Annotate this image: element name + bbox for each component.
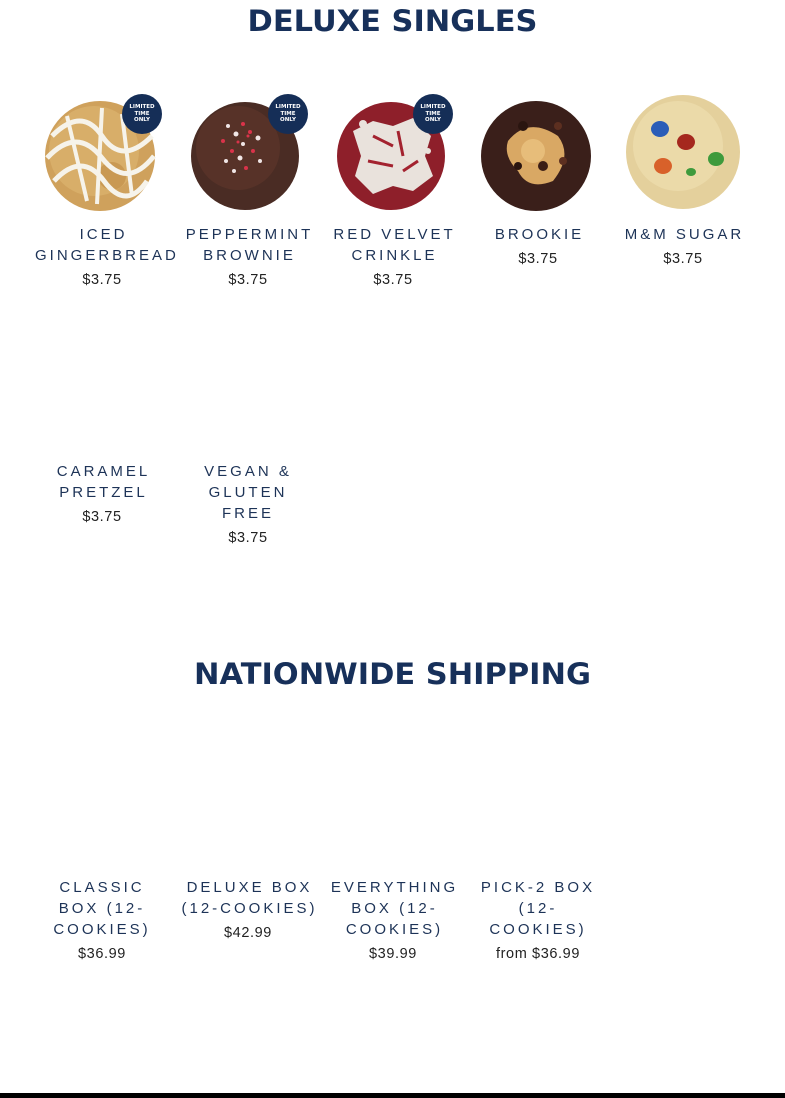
limited-time-badge: LIMITED TIME ONLY — [268, 94, 308, 134]
product-name: RED VELVET CRINKLE — [333, 226, 456, 264]
product-price: $3.75 — [518, 251, 558, 267]
product-name: DELUXE BOX (12-COOKIES) — [181, 879, 318, 917]
product-card-caramel-pretzel[interactable]: CARAMEL PRETZEL $3.75 — [32, 461, 172, 527]
product-price: $3.75 — [373, 272, 413, 288]
product-card-classic-box[interactable]: CLASSIC BOX (12-COOKIES) $36.99 — [32, 877, 172, 964]
product-price: $3.75 — [228, 530, 268, 546]
product-card-iced-gingerbread[interactable]: LIMITED TIME ONLY ICED GINGERBREAD $3.75 — [32, 94, 179, 290]
product-name: ICED GINGERBREAD — [35, 226, 179, 264]
mm-sugar-cookie-image — [623, 94, 743, 214]
product-name: CLASSIC BOX (12-COOKIES) — [53, 879, 151, 938]
footer-divider — [0, 1093, 785, 1098]
peppermint-brownie-cookie-image: LIMITED TIME ONLY — [188, 94, 308, 216]
product-price: $36.99 — [78, 946, 126, 962]
product-name: PEPPERMINT BROWNIE — [185, 226, 314, 264]
product-name: EVERYTHING BOX (12-COOKIES) — [330, 879, 459, 938]
product-name: VEGAN & GLUTEN FREE — [204, 463, 292, 522]
product-card-pick-2-box[interactable]: PICK-2 BOX (12-COOKIES) from $36.99 — [468, 877, 608, 964]
product-card-peppermint-brownie[interactable]: LIMITED TIME ONLY PEPPERMINT BROWNIE $3.… — [178, 94, 318, 290]
deluxe-singles-heading: DELUXE SINGLES — [247, 4, 538, 38]
iced-gingerbread-cookie-image: LIMITED TIME ONLY — [42, 94, 162, 216]
product-card-brookie[interactable]: BROOKIE $3.75 — [468, 96, 608, 269]
product-price: $39.99 — [369, 946, 417, 962]
red-velvet-crinkle-cookie-image: LIMITED TIME ONLY — [333, 94, 453, 216]
nationwide-shipping-heading: NATIONWIDE SHIPPING — [194, 657, 591, 691]
product-name: CARAMEL PRETZEL — [56, 463, 151, 501]
product-card-deluxe-box[interactable]: DELUXE BOX (12-COOKIES) $42.99 — [178, 877, 318, 943]
product-price: $3.75 — [228, 272, 268, 288]
brookie-cookie-image — [478, 96, 598, 216]
limited-time-badge: LIMITED TIME ONLY — [122, 94, 162, 134]
product-price: $42.99 — [224, 925, 272, 941]
product-price: $3.75 — [663, 251, 703, 267]
limited-time-badge: LIMITED TIME ONLY — [413, 94, 453, 134]
product-card-red-velvet-crinkle[interactable]: LIMITED TIME ONLY RED VELVET CRINKLE $3.… — [323, 94, 463, 290]
product-card-everything-box[interactable]: EVERYTHING BOX (12-COOKIES) $39.99 — [323, 877, 463, 964]
product-name: BROOKIE — [494, 226, 585, 243]
product-name: PICK-2 BOX (12-COOKIES) — [480, 879, 596, 938]
product-price: $3.75 — [82, 272, 122, 288]
product-card-vegan-gluten-free[interactable]: VEGAN & GLUTEN FREE $3.75 — [178, 461, 318, 548]
product-price: $3.75 — [82, 509, 122, 525]
product-card-mm-sugar[interactable]: M&M SUGAR $3.75 — [613, 94, 753, 269]
product-name: M&M SUGAR — [624, 226, 745, 243]
product-price: from $36.99 — [496, 946, 580, 962]
